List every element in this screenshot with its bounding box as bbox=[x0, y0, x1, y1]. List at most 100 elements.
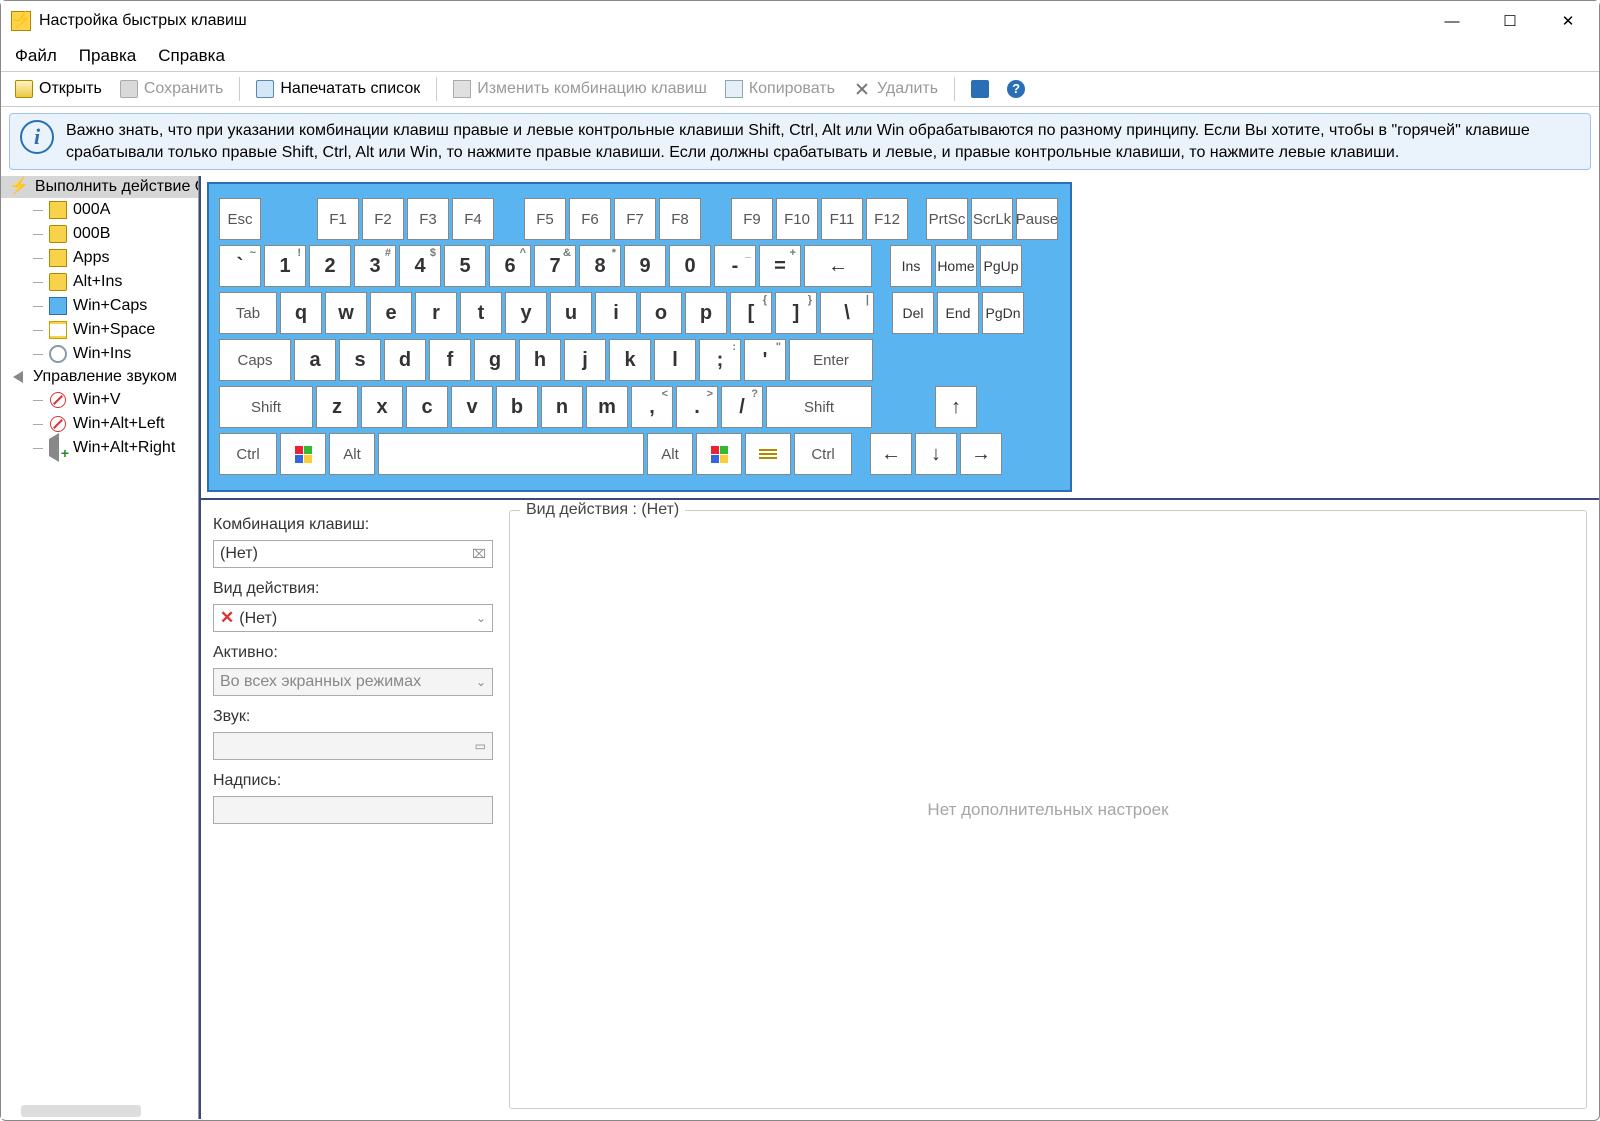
key-f5[interactable]: F5 bbox=[524, 198, 566, 240]
combo-input[interactable]: (Нет)⌧ bbox=[213, 540, 493, 568]
tree-item[interactable]: Win+Alt+Right bbox=[1, 436, 198, 460]
key-a[interactable]: a bbox=[294, 339, 336, 381]
scrollbar[interactable] bbox=[21, 1105, 141, 1117]
key-menu[interactable] bbox=[745, 433, 791, 475]
key-,[interactable]: ,< bbox=[631, 386, 673, 428]
maximize-button[interactable]: ☐ bbox=[1481, 2, 1539, 40]
key-ins[interactable]: Ins bbox=[890, 245, 932, 287]
key-k[interactable]: k bbox=[609, 339, 651, 381]
menu-edit[interactable]: Правка bbox=[79, 46, 136, 66]
key-t[interactable]: t bbox=[460, 292, 502, 334]
key-space[interactable] bbox=[378, 433, 644, 475]
tree-item[interactable]: Win+Space bbox=[1, 318, 198, 342]
print-button[interactable]: Напечатать список bbox=[250, 78, 426, 100]
close-button[interactable]: ✕ bbox=[1539, 2, 1597, 40]
key-del[interactable]: Del bbox=[892, 292, 934, 334]
key-prtsc[interactable]: PrtSc bbox=[926, 198, 968, 240]
menu-file[interactable]: Файл bbox=[15, 46, 57, 66]
key-f3[interactable]: F3 bbox=[407, 198, 449, 240]
key-tab[interactable]: Tab bbox=[219, 292, 277, 334]
key-z[interactable]: z bbox=[316, 386, 358, 428]
key-home[interactable]: Home bbox=[935, 245, 977, 287]
key-caps[interactable]: Caps bbox=[219, 339, 291, 381]
keyboard-toggle-button[interactable] bbox=[965, 78, 995, 100]
key-.[interactable]: .> bbox=[676, 386, 718, 428]
key-n[interactable]: n bbox=[541, 386, 583, 428]
tree-item[interactable]: Apps bbox=[1, 246, 198, 270]
key-6[interactable]: 6^ bbox=[489, 245, 531, 287]
key-pgup[interactable]: PgUp bbox=[980, 245, 1022, 287]
copy-button[interactable]: Копировать bbox=[719, 78, 841, 100]
key-5[interactable]: 5 bbox=[444, 245, 486, 287]
key-y[interactable]: y bbox=[505, 292, 547, 334]
key-w[interactable]: w bbox=[325, 292, 367, 334]
key-m[interactable]: m bbox=[586, 386, 628, 428]
key-1[interactable]: 1! bbox=[264, 245, 306, 287]
tree-item[interactable]: Alt+Ins bbox=[1, 270, 198, 294]
key-2[interactable]: 2 bbox=[309, 245, 351, 287]
key-arrow-right[interactable]: → bbox=[960, 433, 1002, 475]
key-p[interactable]: p bbox=[685, 292, 727, 334]
key-bracket[interactable]: [{ bbox=[730, 292, 772, 334]
key-e[interactable]: e bbox=[370, 292, 412, 334]
key-u[interactable]: u bbox=[550, 292, 592, 334]
key-8[interactable]: 8* bbox=[579, 245, 621, 287]
key-ctrl-right[interactable]: Ctrl bbox=[794, 433, 852, 475]
key-h[interactable]: h bbox=[519, 339, 561, 381]
key-end[interactable]: End bbox=[937, 292, 979, 334]
key-0[interactable]: 0 bbox=[669, 245, 711, 287]
delete-button[interactable]: Удалить bbox=[847, 78, 944, 100]
key-q[interactable]: q bbox=[280, 292, 322, 334]
key-;[interactable]: ;: bbox=[699, 339, 741, 381]
key-4[interactable]: 4$ bbox=[399, 245, 441, 287]
key-l[interactable]: l bbox=[654, 339, 696, 381]
tree-item[interactable]: Win+Caps bbox=[1, 294, 198, 318]
tree-group-actions[interactable]: ⚡ Выполнить действие C bbox=[1, 176, 198, 198]
key-bracket[interactable]: \| bbox=[820, 292, 874, 334]
key-b[interactable]: b bbox=[496, 386, 538, 428]
key-f4[interactable]: F4 bbox=[452, 198, 494, 240]
key-f12[interactable]: F12 bbox=[866, 198, 908, 240]
change-combo-button[interactable]: Изменить комбинацию клавиш bbox=[447, 78, 713, 100]
tree-item[interactable]: Win+Alt+Left bbox=[1, 412, 198, 436]
key-shift-left[interactable]: Shift bbox=[219, 386, 313, 428]
tree-item[interactable]: 000A bbox=[1, 198, 198, 222]
clear-icon[interactable]: ⌧ bbox=[472, 547, 486, 561]
key-alt-left[interactable]: Alt bbox=[329, 433, 375, 475]
menu-help[interactable]: Справка bbox=[158, 46, 225, 66]
key-f9[interactable]: F9 bbox=[731, 198, 773, 240]
key-esc[interactable]: Esc bbox=[219, 198, 261, 240]
key-pause[interactable]: Pause bbox=[1016, 198, 1058, 240]
tree-item[interactable]: Win+Ins bbox=[1, 342, 198, 366]
action-select[interactable]: ✕(Нет)⌄ bbox=[213, 604, 493, 632]
key-g[interactable]: g bbox=[474, 339, 516, 381]
key-arrow-up[interactable]: ↑ bbox=[935, 386, 977, 428]
key-enter[interactable]: Enter bbox=[789, 339, 873, 381]
key-bracket[interactable]: ]} bbox=[775, 292, 817, 334]
key--[interactable]: -_ bbox=[714, 245, 756, 287]
key-f1[interactable]: F1 bbox=[317, 198, 359, 240]
key-shift-right[interactable]: Shift bbox=[766, 386, 872, 428]
key-/[interactable]: /? bbox=[721, 386, 763, 428]
key-f11[interactable]: F11 bbox=[821, 198, 863, 240]
key-i[interactable]: i bbox=[595, 292, 637, 334]
key-←[interactable]: ← bbox=[804, 245, 872, 287]
open-button[interactable]: Открыть bbox=[9, 78, 108, 100]
key-f10[interactable]: F10 bbox=[776, 198, 818, 240]
key-7[interactable]: 7& bbox=[534, 245, 576, 287]
help-button[interactable]: ? bbox=[1001, 78, 1031, 100]
key-arrow-down[interactable]: ↓ bbox=[915, 433, 957, 475]
key-v[interactable]: v bbox=[451, 386, 493, 428]
key-9[interactable]: 9 bbox=[624, 245, 666, 287]
key-=[interactable]: =+ bbox=[759, 245, 801, 287]
key-f2[interactable]: F2 bbox=[362, 198, 404, 240]
key-f7[interactable]: F7 bbox=[614, 198, 656, 240]
key-c[interactable]: c bbox=[406, 386, 448, 428]
key-f8[interactable]: F8 bbox=[659, 198, 701, 240]
key-arrow-left[interactable]: ← bbox=[870, 433, 912, 475]
key-'[interactable]: '" bbox=[744, 339, 786, 381]
tree-item[interactable]: Win+V bbox=[1, 388, 198, 412]
tree-item[interactable]: 000B bbox=[1, 222, 198, 246]
key-o[interactable]: o bbox=[640, 292, 682, 334]
key-scrlk[interactable]: ScrLk bbox=[971, 198, 1013, 240]
